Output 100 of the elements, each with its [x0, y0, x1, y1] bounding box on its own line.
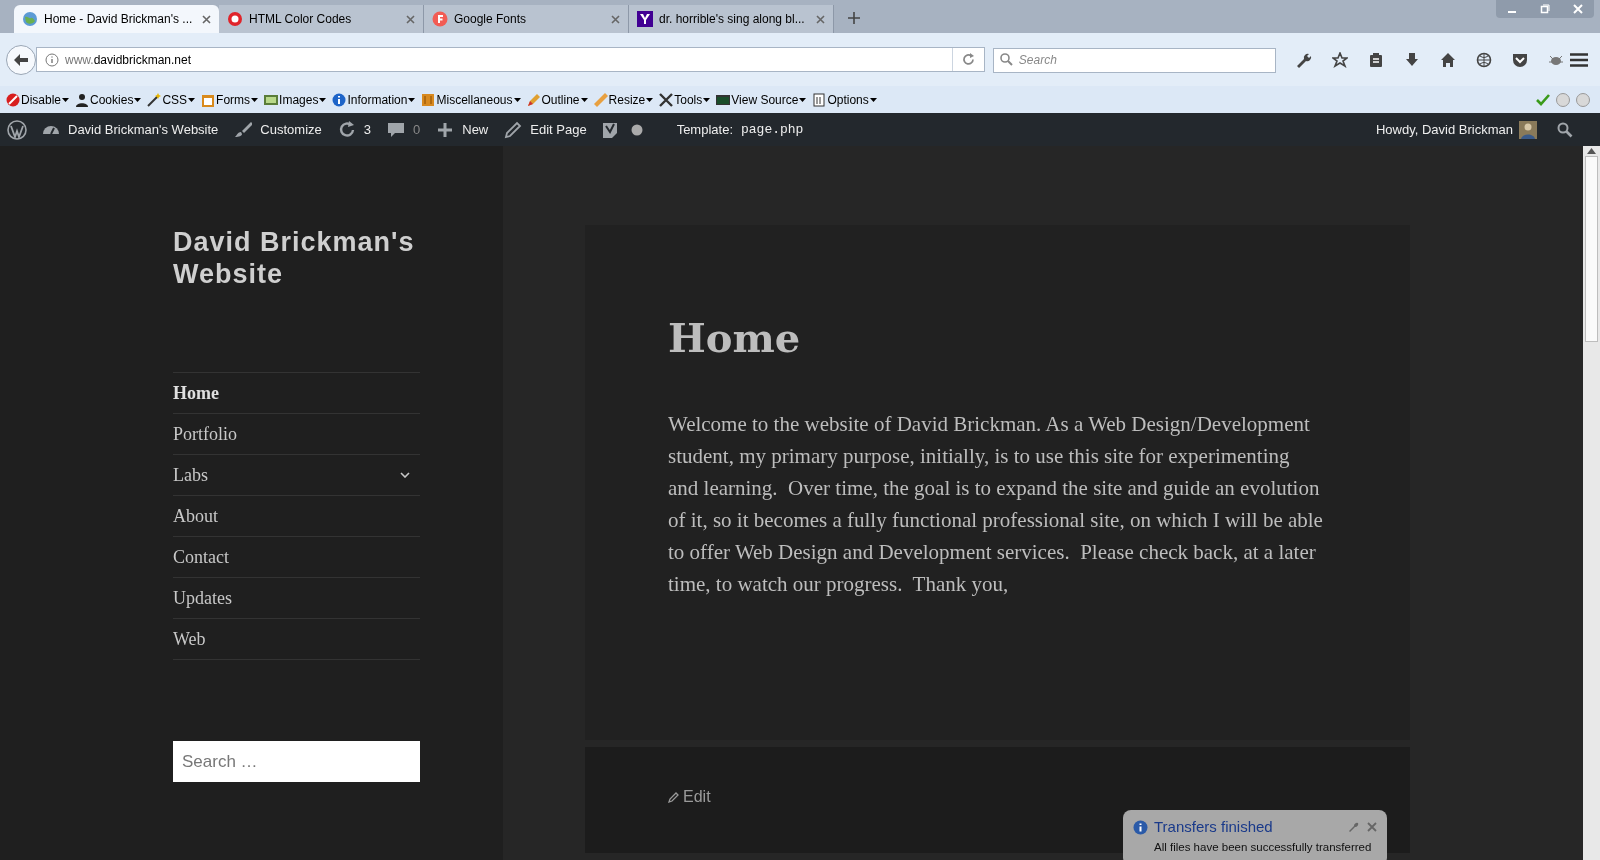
toolbar-menu[interactable]: Forms [201, 90, 259, 109]
letter-badge-icon [432, 11, 448, 27]
pencil-icon [526, 92, 541, 107]
toolbar-menu[interactable]: Information [332, 90, 416, 109]
wordpress-logo-icon[interactable] [7, 119, 27, 140]
back-arrow-icon [14, 53, 28, 66]
pocket-icon[interactable] [1512, 51, 1528, 68]
nav-link[interactable]: Updates [173, 578, 420, 619]
nav-link[interactable]: Contact [173, 537, 420, 578]
search-field[interactable]: Search … [173, 741, 420, 782]
nav-link[interactable]: Labs [173, 455, 420, 496]
refresh-icon [337, 120, 356, 139]
caret-icon [408, 97, 416, 102]
close-icon[interactable] [816, 14, 825, 24]
terminal-icon [716, 92, 731, 107]
toolbar-menu[interactable]: CSS [147, 90, 196, 109]
toolbar-menu[interactable]: View Source [716, 90, 807, 109]
person-icon [75, 92, 90, 107]
menu-icon[interactable] [1570, 52, 1588, 67]
toolbar-menu[interactable]: Resize [593, 90, 654, 109]
checkmark-icon [1536, 93, 1550, 106]
notification-message: All files have been successfully transferred [1153, 839, 1373, 855]
close-icon[interactable] [611, 14, 620, 24]
caret-icon [188, 97, 196, 102]
toolbar-menu[interactable]: Options [812, 90, 877, 109]
browser-tab[interactable]: Home - David Brickman's ... [14, 5, 219, 33]
caret-icon [580, 97, 588, 102]
caret-icon [513, 97, 521, 102]
back-button[interactable] [6, 44, 36, 75]
nav-link[interactable]: Home [173, 373, 420, 414]
account-link[interactable]: Howdy, David Brickman [1375, 119, 1537, 140]
admin-bar-link[interactable]: David Brickman's Website [34, 113, 227, 146]
caret-icon [703, 97, 711, 102]
status-dot-icon [630, 123, 643, 136]
toolbar-menu[interactable]: Images [264, 90, 327, 109]
avatar-icon [1519, 120, 1537, 139]
scrollbar-thumb[interactable] [1585, 156, 1598, 342]
globe-icon [22, 11, 38, 27]
ruler-icon [593, 92, 608, 107]
star-icon[interactable] [1332, 51, 1348, 68]
search-field[interactable]: Search [992, 47, 1276, 73]
nav-link[interactable]: About [173, 496, 420, 537]
status-circle-icon [1576, 92, 1590, 107]
pencil-icon [504, 120, 523, 139]
close-icon[interactable] [406, 14, 415, 24]
search-icon[interactable] [1557, 121, 1573, 138]
pencil-icon [668, 791, 679, 803]
no-entry-icon [6, 92, 20, 107]
toolbar-menu[interactable]: Miscellaneous [421, 90, 521, 109]
globe-icon[interactable] [1476, 51, 1492, 68]
nav-link[interactable]: Portfolio [173, 414, 420, 455]
caret-icon [869, 97, 877, 102]
notification-title: Transfers finished [1154, 817, 1273, 837]
reload-icon[interactable] [961, 53, 975, 66]
admin-bar-link[interactable]: 0 [379, 113, 429, 146]
info-icon [45, 52, 59, 67]
admin-bar-link[interactable]: New [428, 113, 497, 146]
download-icon[interactable] [1404, 51, 1420, 68]
url-text: www.davidbrickman.net [65, 51, 193, 69]
y-badge-icon [637, 11, 653, 27]
nav-link[interactable]: Web [173, 619, 420, 660]
edit-link[interactable]: Edit [668, 785, 711, 809]
template-file: page.php [741, 120, 804, 139]
toolbar-menu[interactable]: Tools [659, 90, 711, 109]
info-icon [1133, 819, 1148, 835]
plus-icon [436, 120, 455, 139]
site-title[interactable]: David Brickman's Website [173, 226, 443, 290]
caret-icon [319, 97, 327, 102]
toolbar-menu[interactable]: Disable [6, 90, 70, 109]
home-icon[interactable] [1440, 51, 1456, 68]
image-icon [264, 92, 279, 107]
new-tab-icon[interactable] [848, 12, 860, 24]
scroll-up-icon[interactable] [1587, 148, 1596, 154]
address-bar[interactable]: www.davidbrickman.net [36, 47, 985, 72]
document-icon [812, 92, 827, 107]
info-icon [332, 92, 347, 107]
browser-tab[interactable]: dr. horrible's sing along bl... [629, 5, 834, 33]
caret-icon [251, 97, 259, 102]
caret-icon [62, 97, 70, 102]
brush-icon [234, 120, 253, 139]
caret-icon [646, 97, 654, 102]
admin-bar-link[interactable]: 3 [329, 113, 379, 146]
wand-icon [147, 92, 162, 107]
search-icon [999, 53, 1013, 66]
comment-icon [387, 120, 405, 139]
status-circle-icon [1556, 92, 1570, 107]
close-icon[interactable] [202, 14, 211, 24]
browser-tab[interactable]: Google Fonts [424, 5, 629, 33]
page-body-text: Welcome to the website of David Brickman. As a Web Design/Development student, my primary purpose, initially, is to use this site for experimenting and learning. Over time, the goal is to expand the site and guide an evolution of it, so it becomes a fully functional professional site, on which I will be able to offer Web Design and Development services. Please check back, at a later time, to watch our progress. Thank you, [668, 411, 1324, 598]
admin-bar-link[interactable]: Customize [226, 113, 330, 146]
chevron-down-icon[interactable] [400, 472, 410, 478]
ring-icon [227, 11, 243, 27]
toolbar-menu[interactable]: Cookies [75, 90, 142, 109]
browser-tab[interactable]: HTML Color Codes [219, 5, 424, 33]
caret-icon [799, 97, 807, 102]
page-title: Home [668, 313, 802, 363]
admin-bar-link[interactable]: Edit Page [496, 113, 595, 146]
toolbar-menu[interactable]: Outline [526, 90, 588, 109]
template-label: Template: [676, 120, 733, 139]
maximize-icon[interactable] [1540, 4, 1550, 14]
